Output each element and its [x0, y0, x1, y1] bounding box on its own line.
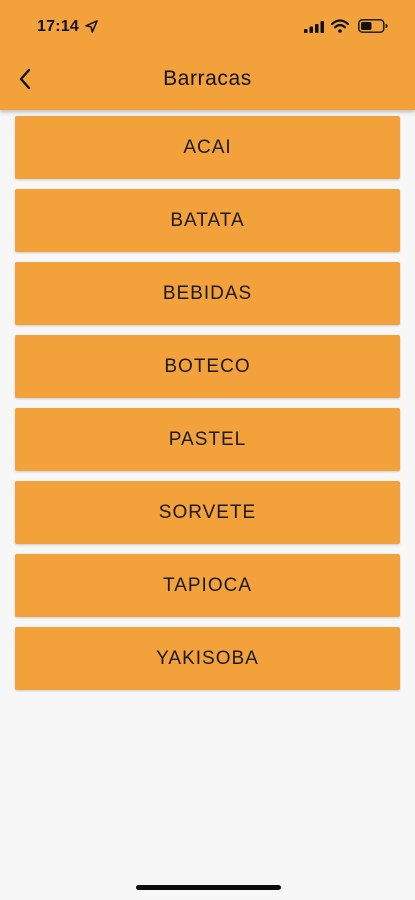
category-button-batata[interactable]: BATATA — [15, 189, 400, 252]
app-bar: 17:14 Barracas — [0, 0, 415, 110]
wifi-icon — [331, 19, 349, 33]
category-button-acai[interactable]: ACAI — [15, 116, 400, 179]
category-button-yakisoba[interactable]: YAKISOBA — [15, 627, 400, 690]
location-arrow-icon — [85, 20, 98, 33]
home-indicator — [136, 885, 281, 890]
category-list: ACAI BATATA BEBIDAS BOTECO PASTEL SORVET… — [15, 116, 400, 700]
status-time: 17:14 — [37, 18, 79, 35]
nav-bar: Barracas — [0, 54, 415, 110]
category-button-boteco[interactable]: BOTECO — [15, 335, 400, 398]
cellular-signal-icon — [304, 21, 324, 33]
battery-icon — [358, 19, 388, 33]
category-button-pastel[interactable]: PASTEL — [15, 408, 400, 471]
category-button-tapioca[interactable]: TAPIOCA — [15, 554, 400, 617]
page-title: Barracas — [163, 67, 252, 90]
category-button-bebidas[interactable]: BEBIDAS — [15, 262, 400, 325]
status-bar: 17:14 — [0, 0, 415, 54]
category-button-sorvete[interactable]: SORVETE — [15, 481, 400, 544]
